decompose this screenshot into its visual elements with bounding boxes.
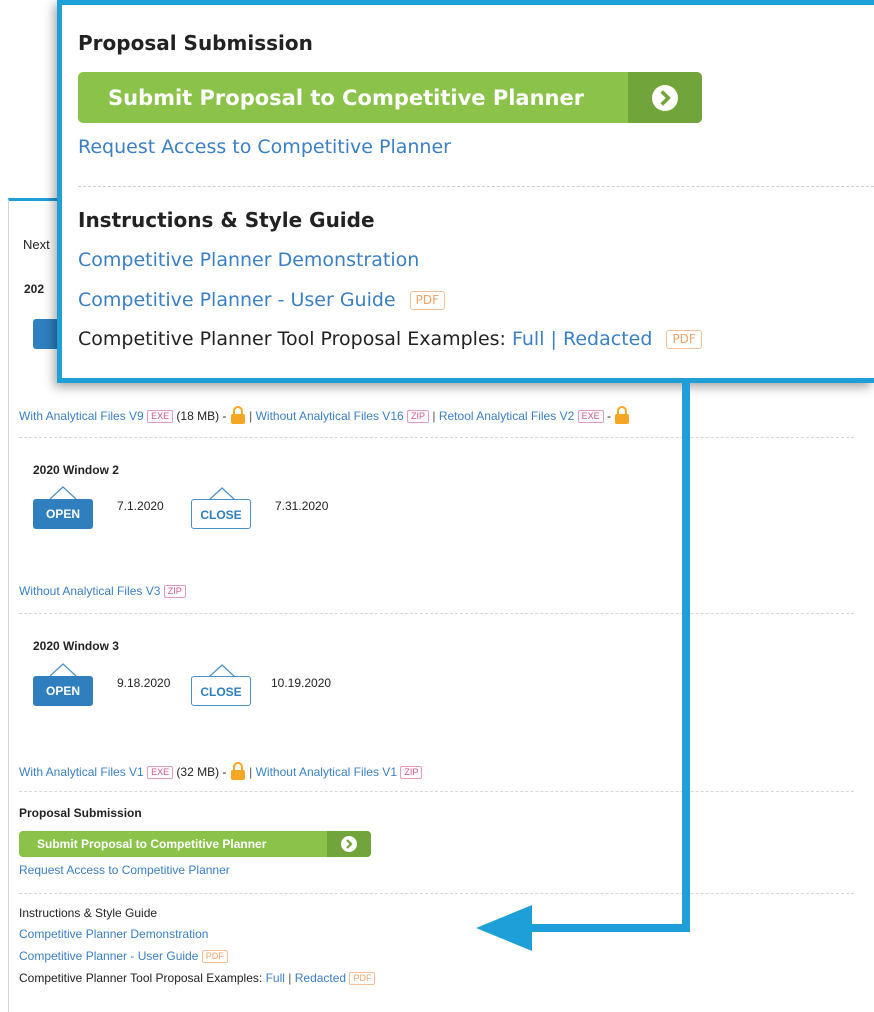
pointer-arrow [476,383,690,951]
